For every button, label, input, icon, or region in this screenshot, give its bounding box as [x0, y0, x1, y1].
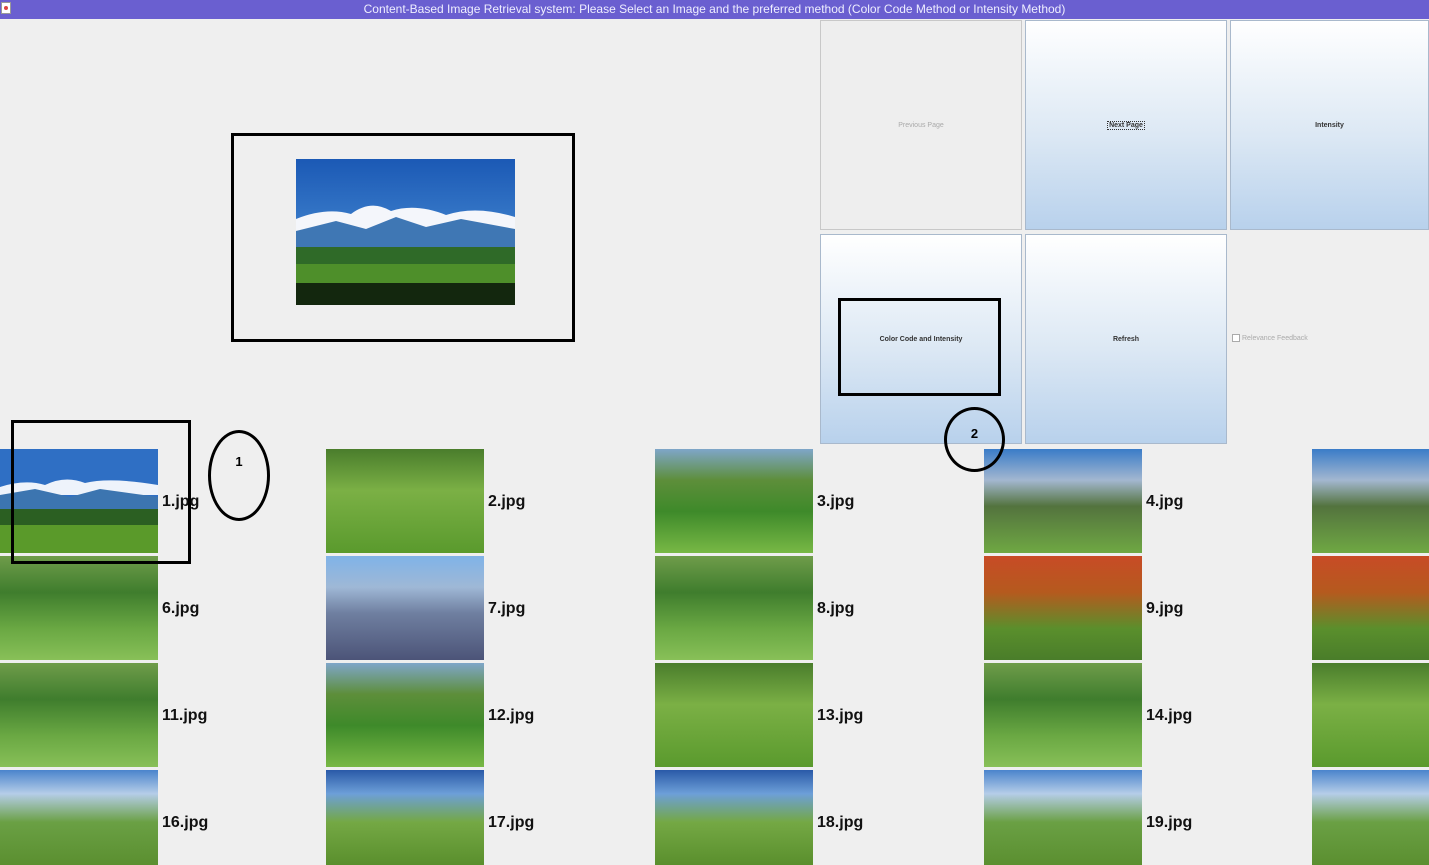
thumbnail-image[interactable] [984, 449, 1142, 553]
window-title: Content-Based Image Retrieval system: Pl… [363, 2, 1066, 16]
java-app-icon[interactable] [1, 2, 11, 14]
refresh-button[interactable]: Refresh [1025, 234, 1227, 444]
thumbnail-image[interactable] [655, 663, 813, 767]
thumbnail-image[interactable] [655, 449, 813, 553]
intensity-button[interactable]: Intensity [1230, 20, 1429, 230]
thumbnail-image[interactable] [1312, 556, 1429, 660]
thumbnail-image[interactable] [655, 770, 813, 865]
previous-page-button[interactable]: Previous Page [820, 20, 1022, 230]
thumbnail-image[interactable] [0, 449, 158, 553]
annotation-circle-1: 1 [208, 430, 270, 521]
color-code-and-intensity-button[interactable]: Color Code and Intensity [820, 234, 1022, 444]
relevance-feedback-checkbox[interactable]: Relevance Feedback [1232, 334, 1308, 342]
thumbnail-image[interactable] [1312, 663, 1429, 767]
thumbnail-image[interactable] [0, 770, 158, 865]
window-title-bar: Content-Based Image Retrieval system: Pl… [0, 0, 1429, 19]
checkbox-box[interactable] [1232, 334, 1240, 342]
thumbnail-image[interactable] [1312, 770, 1429, 865]
thumbnail-image[interactable] [326, 556, 484, 660]
next-page-button[interactable]: Next Page [1025, 20, 1227, 230]
thumbnail-image[interactable] [326, 663, 484, 767]
thumbnail-image[interactable] [0, 556, 158, 660]
thumbnail-image[interactable] [984, 663, 1142, 767]
thumbnail-image[interactable] [984, 556, 1142, 660]
thumbnail-image[interactable] [0, 663, 158, 767]
thumbnail-image[interactable] [1312, 449, 1429, 553]
thumbnail-image[interactable] [326, 449, 484, 553]
query-image [296, 159, 515, 305]
thumbnail-image[interactable] [655, 556, 813, 660]
thumbnail-image[interactable] [984, 770, 1142, 865]
thumbnail-image[interactable] [326, 770, 484, 865]
